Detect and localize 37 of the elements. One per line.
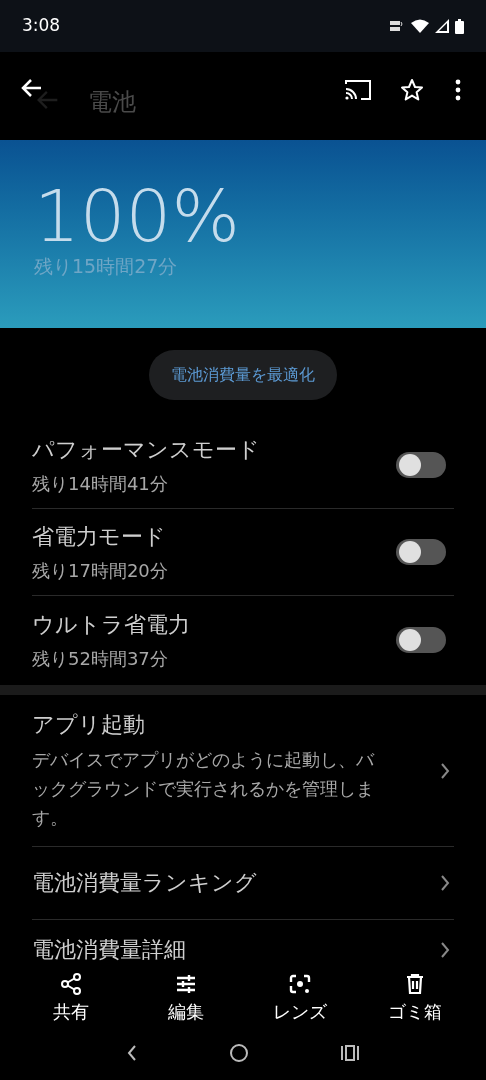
photo-action-button[interactable]: ゴミ箱: [369, 972, 460, 1025]
optimize-button[interactable]: 電池消費量を最適化: [149, 350, 337, 400]
photo-action-button[interactable]: 共有: [26, 972, 117, 1025]
menu-item-title[interactable]: 電池消費量ランキング: [32, 867, 257, 899]
mode-remaining-time: 残り14時間41分: [32, 472, 168, 496]
photo-action-button[interactable]: レンズ: [255, 972, 346, 1025]
menu-item-description: デバイスでアプリがどのように起動し、バックグラウンドで実行されるかを管理します。: [32, 748, 376, 830]
remaining-time: 残り15時間27分: [34, 254, 178, 279]
battery-percent: 100%: [34, 178, 240, 254]
lens-icon: [288, 972, 313, 996]
home-nav-icon[interactable]: [229, 1043, 249, 1063]
more-icon[interactable]: [454, 79, 462, 101]
signal-icon: [435, 19, 449, 33]
chevron-right-icon[interactable]: [440, 761, 450, 780]
mode-remaining-time: 残り17時間20分: [32, 559, 168, 583]
volte-icon: [389, 19, 405, 33]
back-nav-icon[interactable]: [125, 1044, 138, 1062]
mode-title: ウルトラ省電力: [32, 610, 190, 639]
share-icon: [59, 972, 84, 996]
wifi-icon: [411, 19, 429, 33]
menu-item-title[interactable]: 電池消費量詳細: [32, 934, 186, 966]
battery-icon: [455, 18, 464, 34]
recents-nav-icon[interactable]: [340, 1044, 361, 1062]
page-title: 電池: [88, 87, 136, 118]
chevron-right-icon[interactable]: [440, 941, 450, 959]
status-time: 3:08: [22, 14, 61, 38]
chevron-right-icon[interactable]: [440, 874, 450, 892]
star-icon[interactable]: [400, 78, 424, 102]
cast-icon[interactable]: [344, 78, 372, 102]
mode-remaining-time: 残り52時間37分: [32, 646, 168, 671]
mode-title: パフォーマンスモード: [32, 436, 260, 464]
toggle-switch[interactable]: [396, 626, 446, 653]
menu-item-title[interactable]: アプリ起動: [32, 709, 145, 741]
toggle-switch[interactable]: [396, 539, 446, 565]
toggle-switch[interactable]: [396, 452, 446, 478]
mode-title: 省電力モード: [32, 523, 166, 551]
photo-action-button[interactable]: 編集: [140, 972, 231, 1025]
